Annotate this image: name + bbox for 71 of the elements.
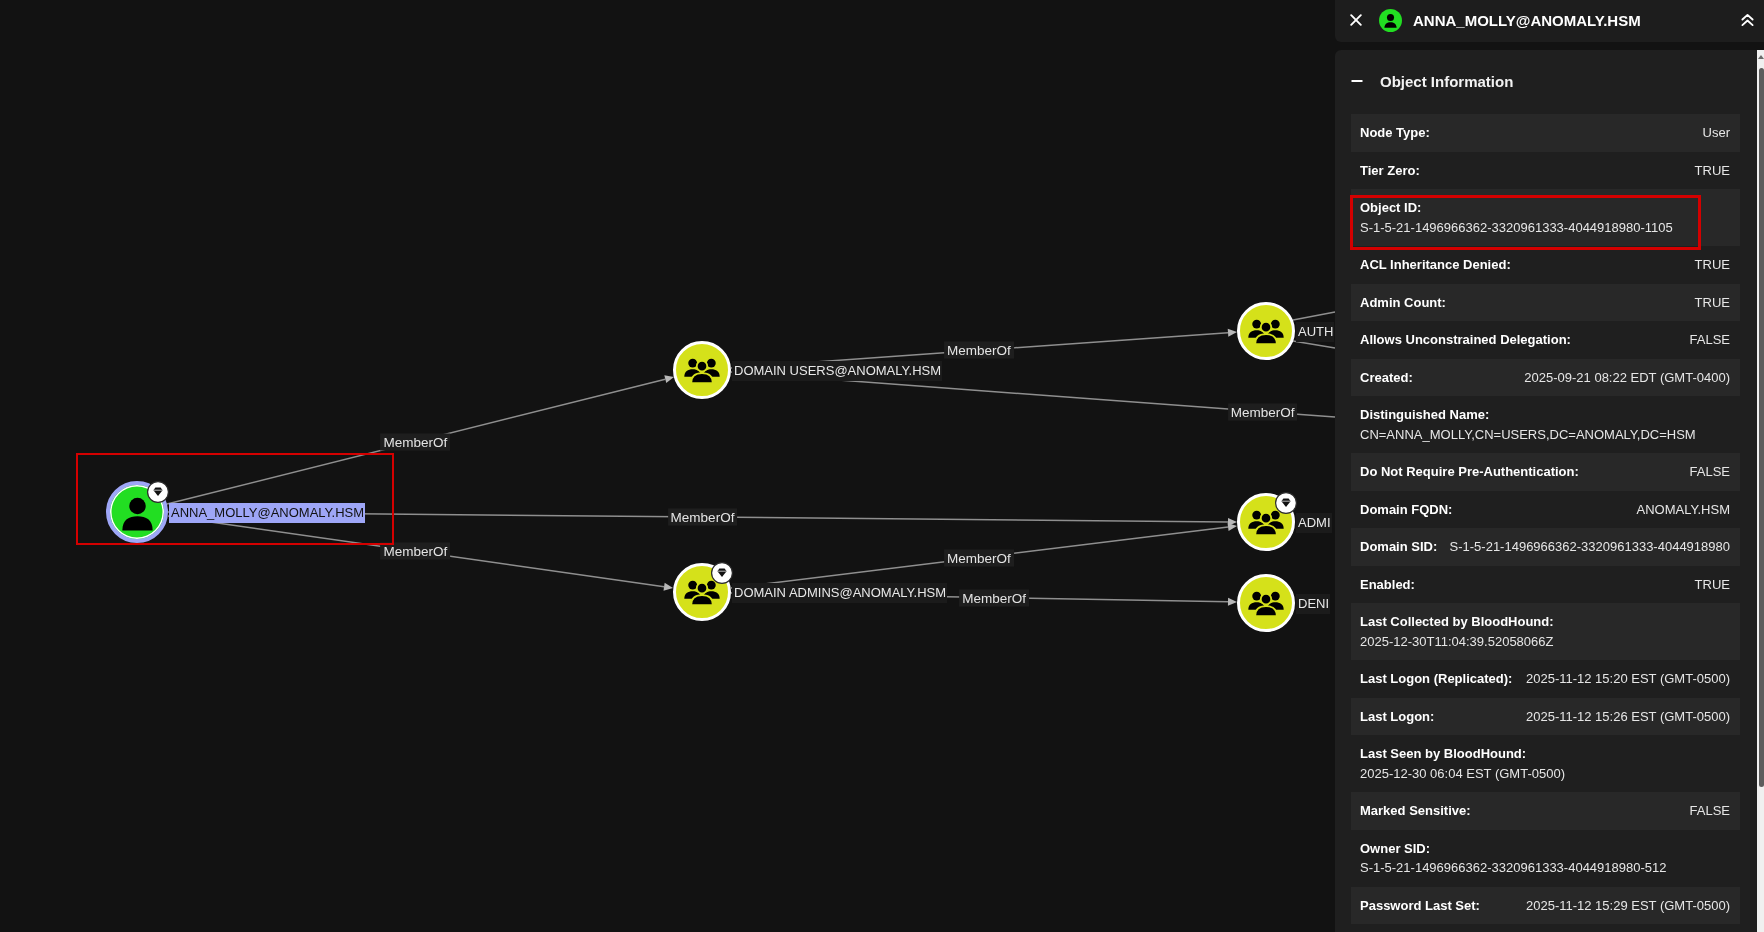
property-label: Owner SID: [1360,839,1431,858]
property-label: Last Seen by BloodHound: [1360,745,1527,763]
people-icon [1248,510,1284,536]
edge-label: MemberOf [944,341,1014,359]
property-label: Do Not Require Pre-Authentication: [1360,463,1579,481]
property-label: Last Collected by BloodHound: [1360,613,1554,631]
edge-label: MemberOf [944,549,1014,567]
people-icon [684,580,720,606]
edge-line [1292,340,1336,349]
property-value: CN=ANNA_MOLLY,CN=USERS,DC=ANOMALY,DC=HSM [1360,425,1696,444]
people-icon [684,358,720,384]
property-label: Domain FQDN: [1360,500,1453,519]
scrollbar[interactable] [1757,50,1764,932]
people-icon [1248,319,1284,345]
node-label: ADMI [1296,513,1332,533]
group-node[interactable] [1237,574,1295,632]
edge-label: MemberOf [667,508,738,526]
property-value: FALSE [1689,463,1730,481]
edge-label: MemberOf [380,542,451,560]
property-label: Tier Zero: [1360,161,1420,180]
property-label: Distinguished Name: [1360,406,1490,424]
scroll-up-icon[interactable] [1757,55,1764,59]
property-value: 2025-11-12 15:20 EST (GMT-0500) [1525,670,1730,688]
edge-label: MemberOf [380,433,451,451]
node-label: DENI [1296,594,1331,614]
property-value: S-1-5-21-1496966362-3320961333-4044918980 [1449,538,1730,556]
node-label: DOMAIN USERS@ANOMALY.HSM [732,361,943,381]
people-icon [1248,591,1284,617]
property-label: Password Last Set: [1360,896,1480,915]
property-value: TRUE [1694,575,1730,594]
property-label: Domain SID: [1360,538,1438,556]
property-value: ANOMALY.HSM [1636,500,1730,519]
property-label: Admin Count: [1360,293,1446,312]
property-label: ACL Inheritance Denied: [1360,256,1511,274]
property-label: Allows Unconstrained Delegation: [1360,331,1571,349]
property-value: 2025-11-12 15:29 EST (GMT-0500) [1525,896,1730,915]
property-label: Marked Sensitive: [1360,802,1471,820]
section-title: Object Information [1380,72,1514,90]
user-icon [1379,8,1402,32]
property-label: Object ID: [1360,199,1422,217]
property-label: Created: [1360,368,1413,387]
property-value: 2025-12-30 06:04 EST (GMT-0500) [1360,764,1565,783]
property-value: S-1-5-21-1496966362-3320961333-4044918980-512 [1360,859,1667,877]
property-value: User [1702,124,1730,142]
property-value: TRUE [1694,293,1730,312]
property-value: 2025-09-21 08:22 EDT (GMT-0400) [1524,368,1730,387]
property-value: TRUE [1694,161,1730,180]
double-chevron-up-icon [1741,13,1754,27]
property-label: Last Logon: [1360,707,1435,726]
property-label: Node Type: [1360,124,1430,142]
node-label: AUTH [1296,322,1335,342]
close-icon [1350,14,1362,26]
group-node[interactable] [1237,302,1295,360]
property-value: TRUE [1694,256,1730,274]
person-icon [121,497,153,531]
property-value: FALSE [1689,802,1730,820]
property-label: Last Logon (Replicated): [1360,670,1513,688]
scrollbar-thumb[interactable] [1759,68,1764,787]
panel-title: ANNA_MOLLY@ANOMALY.HSM [1413,11,1641,29]
property-value: FALSE [1689,331,1730,349]
edge-line [1292,311,1336,321]
node-label: ANNA_MOLLY@ANOMALY.HSM [169,503,366,523]
property-value: 2025-11-12 15:26 EST (GMT-0500) [1525,707,1730,726]
node-label: DOMAIN ADMINS@ANOMALY.HSM [732,583,948,603]
property-value: S-1-5-21-1496966362-3320961333-4044918980-1105 [1360,218,1673,237]
property-label: Enabled: [1360,575,1415,594]
user-node[interactable] [106,481,168,543]
property-value: 2025-12-30T11:04:39.52058066Z [1360,632,1554,651]
edge-label: MemberOf [959,589,1029,607]
group-node[interactable] [673,341,731,399]
edge-label: MemberOf [1227,403,1298,421]
